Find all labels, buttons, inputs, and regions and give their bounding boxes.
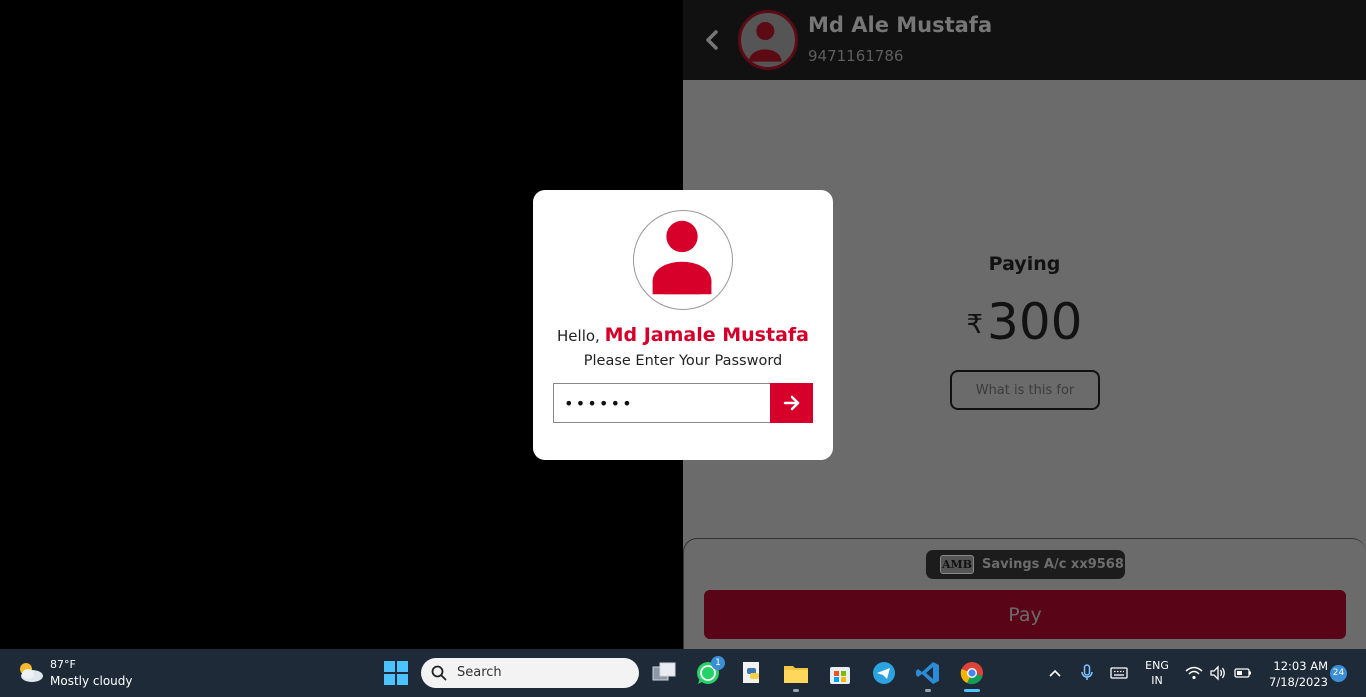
microphone-icon[interactable] [1077,663,1097,683]
greeting: Hello, Md Jamale Mustafa [533,324,833,346]
bank-logo: AMB [940,555,974,574]
python-file-icon[interactable] [738,659,766,687]
chrome-active-indicator [964,689,980,692]
file-explorer-icon[interactable] [782,659,810,687]
notification-badge[interactable]: 24 [1330,665,1347,682]
weather-widget[interactable]: 87°F Mostly cloudy [16,657,156,689]
amount-value: 300 [987,293,1083,351]
wifi-icon[interactable] [1184,663,1204,683]
keyboard-icon[interactable] [1109,663,1129,683]
contact-header: Md Ale Mustafa 9471161786 [683,0,1366,80]
pay-button[interactable]: Pay [704,590,1346,639]
contact-phone: 9471161786 [808,47,904,65]
search-label: Search [457,665,502,680]
password-dialog: Hello, Md Jamale Mustafa Please Enter Yo… [533,190,833,460]
arrow-right-icon [783,395,799,411]
submit-button[interactable] [770,383,813,423]
payment-footer: AMB Savings A/c xx9568 Pay [683,538,1366,649]
user-avatar [633,210,733,310]
vscode-icon[interactable] [914,659,942,687]
taskbar-search[interactable]: Search [421,658,639,688]
lang-region: IN [1151,674,1163,687]
whatsapp-badge: 1 [711,656,725,670]
user-icon [749,22,782,62]
chevron-up-icon[interactable] [1045,663,1065,683]
account-label: Savings A/c xx9568 [982,557,1124,572]
purpose-button[interactable]: What is this for [950,370,1100,410]
greeting-prefix: Hello, [557,327,600,345]
search-icon [431,665,447,681]
explorer-running-indicator [793,689,799,692]
rupee-symbol: ₹ [966,310,984,340]
password-input[interactable]: •••••• [553,383,771,423]
weather-condition: Mostly cloudy [50,674,133,688]
windows-start-icon[interactable] [382,659,410,687]
task-view-icon[interactable] [650,659,678,687]
back-arrow-icon[interactable] [701,26,723,54]
volume-icon[interactable] [1208,663,1228,683]
user-icon [652,220,712,295]
password-prompt: Please Enter Your Password [583,353,783,369]
clock-time: 12:03 AM [1273,659,1328,673]
telegram-icon[interactable] [870,659,898,687]
user-name: Md Jamale Mustafa [604,324,809,346]
account-selector[interactable]: AMB Savings A/c xx9568 [926,550,1125,579]
input-language[interactable]: ENG IN [1143,658,1171,688]
system-clock[interactable]: 12:03 AM 7/18/2023 [1262,658,1328,690]
contact-avatar [738,10,798,70]
contact-name: Md Ale Mustafa [808,13,993,37]
chrome-icon[interactable] [958,659,986,687]
app-window: Md Ale Mustafa 9471161786 Paying ₹300 Wh… [0,0,1366,649]
battery-icon[interactable] [1233,663,1253,683]
clock-date: 7/18/2023 [1269,675,1328,689]
cloudy-weather-icon [20,663,43,682]
lang-code: ENG [1145,659,1169,672]
weather-temp: 87°F [50,658,76,671]
microsoft-store-icon[interactable] [826,659,854,687]
vscode-running-indicator [925,689,931,692]
windows-taskbar: 87°F Mostly cloudy Search 1 ENG IN 12:03… [0,649,1366,697]
